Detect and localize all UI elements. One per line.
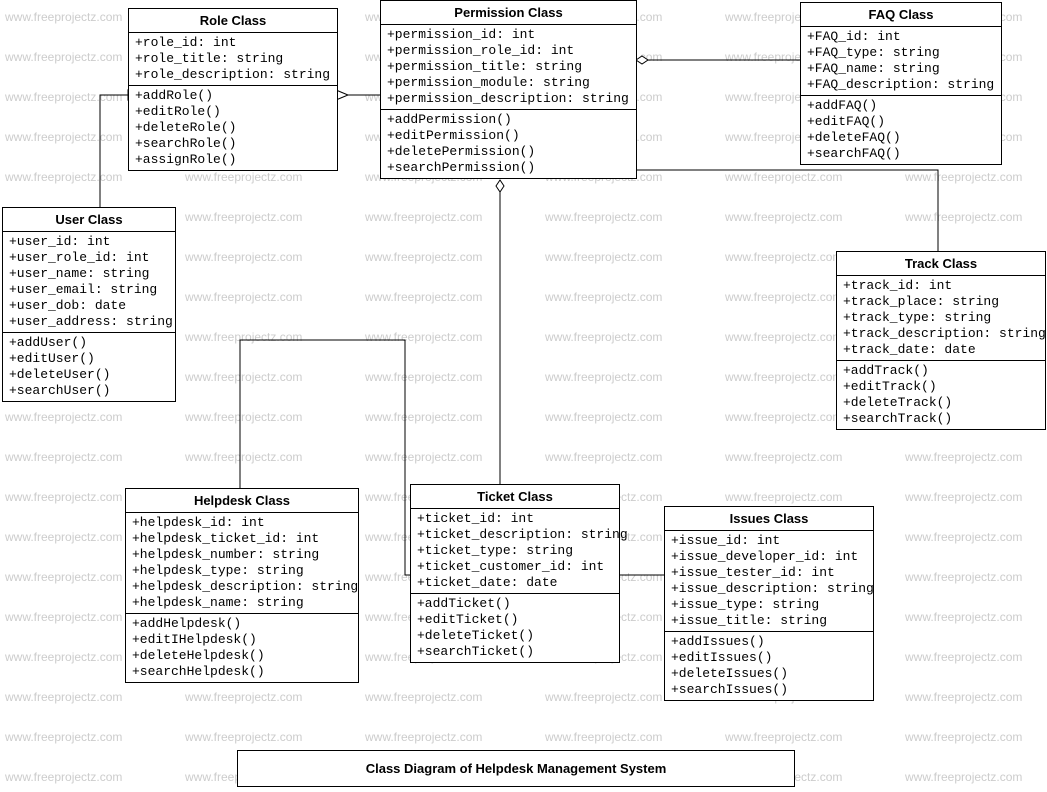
watermark-text: www.freeprojectz.com: [905, 490, 1022, 504]
watermark-text: www.freeprojectz.com: [5, 770, 122, 784]
watermark-text: www.freeprojectz.com: [5, 490, 122, 504]
watermark-text: www.freeprojectz.com: [185, 290, 302, 304]
watermark-text: www.freeprojectz.com: [185, 170, 302, 184]
watermark-text: www.freeprojectz.com: [365, 410, 482, 424]
watermark-text: www.freeprojectz.com: [725, 730, 842, 744]
watermark-text: www.freeprojectz.com: [365, 690, 482, 704]
class-helpdesk-attrs: +helpdesk_id: int +helpdesk_ticket_id: i…: [126, 513, 358, 614]
watermark-text: www.freeprojectz.com: [905, 690, 1022, 704]
watermark-text: www.freeprojectz.com: [5, 690, 122, 704]
class-permission-title: Permission Class: [381, 1, 636, 25]
watermark-text: www.freeprojectz.com: [185, 250, 302, 264]
watermark-text: www.freeprojectz.com: [545, 730, 662, 744]
class-track-attrs: +track_id: int +track_place: string +tra…: [837, 276, 1045, 361]
class-role-methods: +addRole() +editRole() +deleteRole() +se…: [129, 86, 337, 170]
class-permission: Permission Class +permission_id: int +pe…: [380, 0, 637, 179]
watermark-text: www.freeprojectz.com: [185, 690, 302, 704]
watermark-text: www.freeprojectz.com: [365, 370, 482, 384]
class-helpdesk: Helpdesk Class +helpdesk_id: int +helpde…: [125, 488, 359, 683]
class-track-title: Track Class: [837, 252, 1045, 276]
watermark-text: www.freeprojectz.com: [905, 650, 1022, 664]
class-user-methods: +addUser() +editUser() +deleteUser() +se…: [3, 333, 175, 401]
watermark-text: www.freeprojectz.com: [185, 370, 302, 384]
class-ticket-attrs: +ticket_id: int +ticket_description: str…: [411, 509, 619, 594]
watermark-text: www.freeprojectz.com: [725, 330, 842, 344]
watermark-text: www.freeprojectz.com: [905, 770, 1022, 784]
watermark-text: www.freeprojectz.com: [725, 490, 842, 504]
class-helpdesk-title: Helpdesk Class: [126, 489, 358, 513]
class-user: User Class +user_id: int +user_role_id: …: [2, 207, 176, 402]
watermark-text: www.freeprojectz.com: [905, 610, 1022, 624]
watermark-text: www.freeprojectz.com: [905, 210, 1022, 224]
watermark-text: www.freeprojectz.com: [365, 210, 482, 224]
watermark-text: www.freeprojectz.com: [5, 530, 122, 544]
watermark-text: www.freeprojectz.com: [545, 370, 662, 384]
watermark-text: www.freeprojectz.com: [545, 290, 662, 304]
watermark-text: www.freeprojectz.com: [725, 250, 842, 264]
watermark-text: www.freeprojectz.com: [5, 130, 122, 144]
watermark-text: www.freeprojectz.com: [5, 170, 122, 184]
class-helpdesk-methods: +addHelpdesk() +editIHelpdesk() +deleteH…: [126, 614, 358, 682]
watermark-text: www.freeprojectz.com: [545, 330, 662, 344]
watermark-text: www.freeprojectz.com: [545, 210, 662, 224]
class-faq-attrs: +FAQ_id: int +FAQ_type: string +FAQ_name…: [801, 27, 1001, 96]
class-issues-title: Issues Class: [665, 507, 873, 531]
class-ticket-methods: +addTicket() +editTicket() +deleteTicket…: [411, 594, 619, 662]
watermark-text: www.freeprojectz.com: [905, 730, 1022, 744]
class-user-title: User Class: [3, 208, 175, 232]
watermark-text: www.freeprojectz.com: [365, 250, 482, 264]
watermark-text: www.freeprojectz.com: [905, 170, 1022, 184]
class-user-attrs: +user_id: int +user_role_id: int +user_n…: [3, 232, 175, 333]
watermark-text: www.freeprojectz.com: [185, 210, 302, 224]
watermark-text: www.freeprojectz.com: [545, 690, 662, 704]
watermark-text: www.freeprojectz.com: [725, 210, 842, 224]
watermark-text: www.freeprojectz.com: [5, 450, 122, 464]
class-role-title: Role Class: [129, 9, 337, 33]
watermark-text: www.freeprojectz.com: [5, 570, 122, 584]
watermark-text: www.freeprojectz.com: [5, 650, 122, 664]
watermark-text: www.freeprojectz.com: [365, 730, 482, 744]
class-issues-methods: +addIssues() +editIssues() +deleteIssues…: [665, 632, 873, 700]
class-faq: FAQ Class +FAQ_id: int +FAQ_type: string…: [800, 2, 1002, 165]
class-permission-attrs: +permission_id: int +permission_role_id:…: [381, 25, 636, 110]
watermark-text: www.freeprojectz.com: [725, 290, 842, 304]
class-faq-methods: +addFAQ() +editFAQ() +deleteFAQ() +searc…: [801, 96, 1001, 164]
class-faq-title: FAQ Class: [801, 3, 1001, 27]
watermark-text: www.freeprojectz.com: [5, 610, 122, 624]
class-permission-methods: +addPermission() +editPermission() +dele…: [381, 110, 636, 178]
class-ticket: Ticket Class +ticket_id: int +ticket_des…: [410, 484, 620, 663]
watermark-text: www.freeprojectz.com: [365, 330, 482, 344]
watermark-text: www.freeprojectz.com: [905, 570, 1022, 584]
class-role: Role Class +role_id: int +role_title: st…: [128, 8, 338, 171]
class-track-methods: +addTrack() +editTrack() +deleteTrack() …: [837, 361, 1045, 429]
watermark-text: www.freeprojectz.com: [5, 410, 122, 424]
class-issues-attrs: +issue_id: int +issue_developer_id: int …: [665, 531, 873, 632]
watermark-text: www.freeprojectz.com: [725, 450, 842, 464]
watermark-text: www.freeprojectz.com: [185, 410, 302, 424]
watermark-text: www.freeprojectz.com: [725, 410, 842, 424]
class-issues: Issues Class +issue_id: int +issue_devel…: [664, 506, 874, 701]
watermark-text: www.freeprojectz.com: [5, 10, 122, 24]
watermark-text: www.freeprojectz.com: [905, 530, 1022, 544]
watermark-text: www.freeprojectz.com: [5, 50, 122, 64]
watermark-text: www.freeprojectz.com: [545, 450, 662, 464]
watermark-text: www.freeprojectz.com: [5, 730, 122, 744]
watermark-text: www.freeprojectz.com: [185, 330, 302, 344]
watermark-text: www.freeprojectz.com: [365, 290, 482, 304]
diagram-title: Class Diagram of Helpdesk Management Sys…: [237, 750, 795, 787]
watermark-text: www.freeprojectz.com: [185, 730, 302, 744]
class-track: Track Class +track_id: int +track_place:…: [836, 251, 1046, 430]
watermark-text: www.freeprojectz.com: [725, 170, 842, 184]
class-role-attrs: +role_id: int +role_title: string +role_…: [129, 33, 337, 86]
watermark-text: www.freeprojectz.com: [365, 450, 482, 464]
class-ticket-title: Ticket Class: [411, 485, 619, 509]
watermark-text: www.freeprojectz.com: [185, 450, 302, 464]
watermark-text: www.freeprojectz.com: [905, 450, 1022, 464]
watermark-text: www.freeprojectz.com: [5, 90, 122, 104]
watermark-text: www.freeprojectz.com: [725, 370, 842, 384]
watermark-text: www.freeprojectz.com: [545, 410, 662, 424]
watermark-text: www.freeprojectz.com: [545, 250, 662, 264]
